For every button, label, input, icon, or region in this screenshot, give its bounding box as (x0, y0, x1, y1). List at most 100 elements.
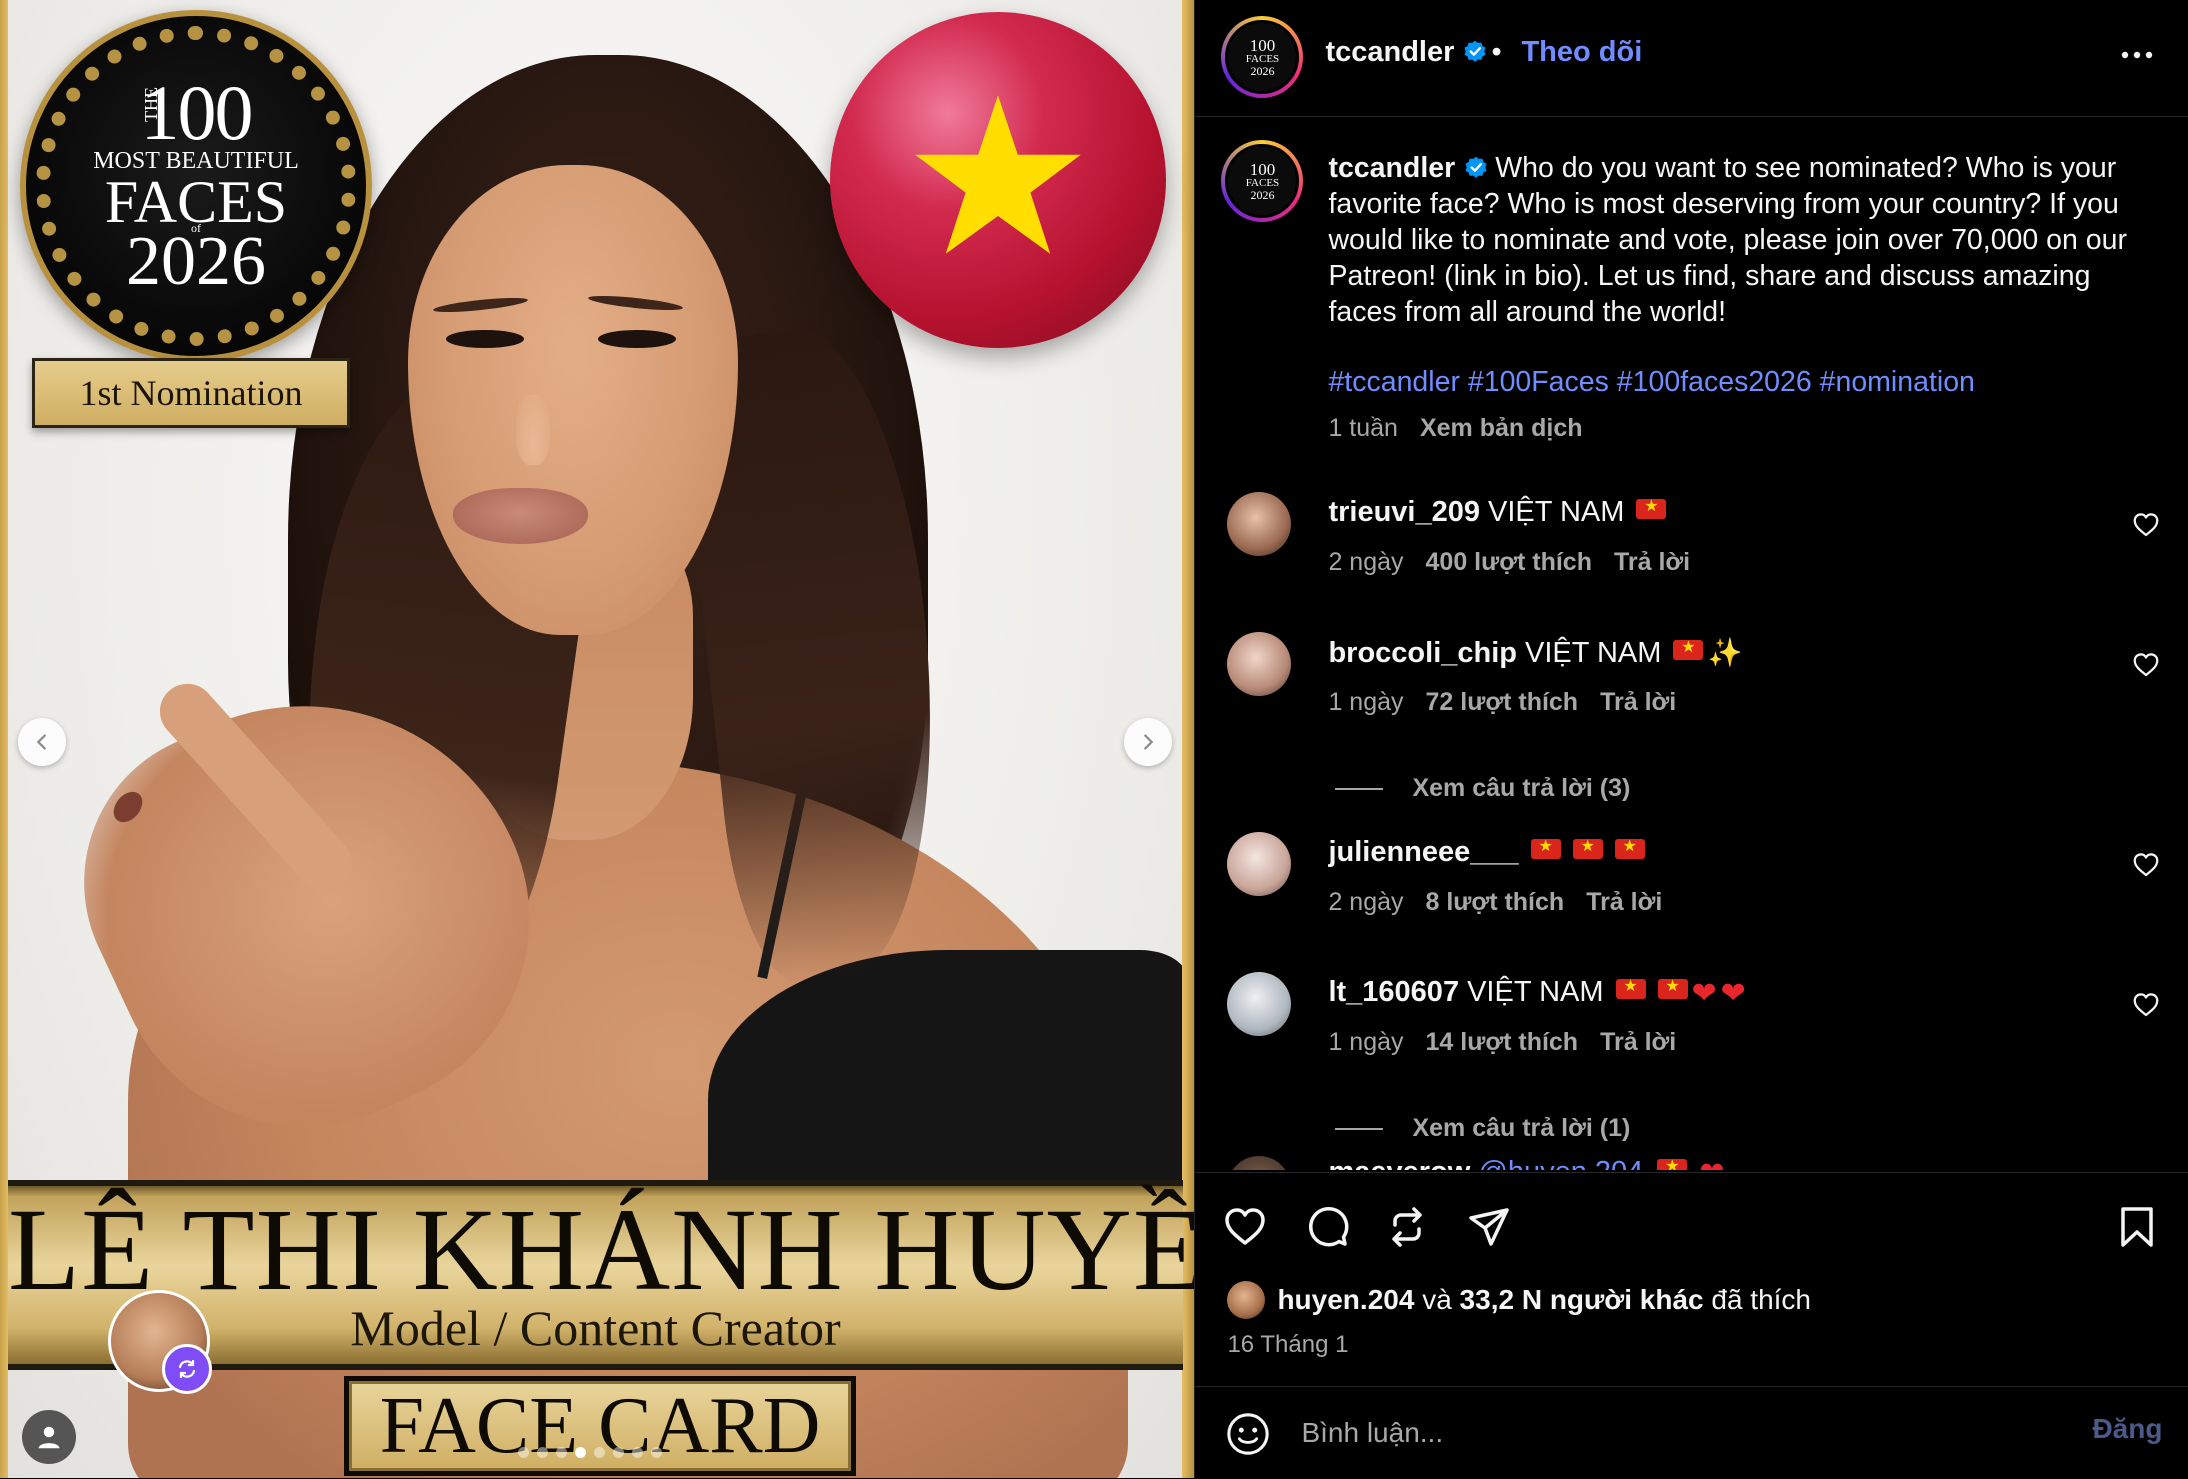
caption-time: 1 tuần (1328, 414, 1398, 442)
likes-others[interactable]: 33,2 N người khác (1460, 1284, 1704, 1316)
liked-by: huyen.204 và 33,2 N người khác đã thích (1227, 1281, 1811, 1319)
sparkles-icon: ✨ (1707, 637, 1743, 668)
carousel-dot[interactable] (632, 1447, 643, 1458)
commenter-avatar[interactable] (1227, 632, 1292, 696)
comment-like-icon[interactable] (2131, 850, 2161, 880)
comment-icon (1309, 1207, 1349, 1247)
emoji-icon[interactable] (1225, 1411, 1271, 1457)
caption-author-avatar[interactable]: 100 FACES 2026 (1221, 140, 1304, 222)
comment-body: VIỆT NAM (1525, 637, 1662, 669)
repost-button[interactable] (1383, 1203, 1431, 1251)
replies-divider (1335, 788, 1384, 790)
replies-divider (1335, 1128, 1384, 1130)
avatar-text-100: 100 (1249, 36, 1276, 55)
nominee-name: LÊ THI KHÁNH HUYỀN (8, 1184, 1195, 1315)
badge-year: 2026 (126, 223, 266, 300)
comment-username[interactable]: trieuvi_209 (1328, 496, 1480, 528)
carousel-dot[interactable] (537, 1447, 548, 1458)
carousel-dot[interactable] (518, 1447, 529, 1458)
reply-button[interactable]: Trả lời (1586, 888, 1662, 916)
comment-likes[interactable]: 14 lượt thích (1426, 1028, 1579, 1056)
remix-badge[interactable] (162, 1344, 212, 1394)
vietnam-flag-icon (1657, 1156, 1688, 1170)
post-date: 16 Tháng 1 (1227, 1331, 1349, 1358)
carousel-dot[interactable] (575, 1447, 586, 1458)
author-username[interactable]: tccandler (1325, 36, 1488, 69)
view-replies[interactable]: Xem câu trả lời (1) (1195, 1110, 2188, 1150)
comment-username[interactable]: maeverow (1328, 1156, 1470, 1170)
comment-button[interactable] (1303, 1203, 1351, 1251)
comment-input[interactable] (1299, 1407, 2004, 1459)
liker-avatar[interactable] (1227, 1281, 1266, 1319)
comment-likes[interactable]: 8 lượt thích (1426, 888, 1565, 916)
comment-text: trieuvi_209 VIỆT NAM (1328, 496, 1667, 529)
user-tag-icon (38, 1426, 60, 1449)
comment-meta: 2 ngày 8 lượt thích Trả lời (1328, 888, 1662, 917)
comment-text: broccoli_chipVIỆT NAM ✨ (1328, 636, 1742, 670)
view-replies-text[interactable]: Xem câu trả lời (3) (1412, 774, 1630, 803)
avatar-text-year: 2026 (1250, 64, 1275, 78)
caption-hashtags[interactable]: #tccandler #100Faces #100faces2026 #nomi… (1328, 366, 1974, 399)
comment-like-icon[interactable] (2131, 510, 2161, 540)
action-bar: huyen.204 và 33,2 N người khác đã thích … (1195, 1172, 2188, 1387)
post-caption: tccandler Who do you want to see nominate… (1328, 150, 2148, 330)
comment-meta: 1 ngày 72 lượt thích Trả lời (1328, 688, 1676, 717)
comment-likes[interactable]: 400 lượt thích (1426, 548, 1592, 576)
comment-like-icon[interactable] (2131, 650, 2161, 680)
vietnam-flag-icon (1572, 836, 1603, 859)
share-icon (1469, 1208, 1510, 1246)
comment-item: lt_160607VIỆT NAM ❤❤ 1 ngày 14 lượt thích Tr… (1195, 972, 2188, 1092)
comment-item: broccoli_chipVIỆT NAM ✨ 1 ngày 72 lượt thíc… (1195, 632, 2188, 752)
comment-body: VIỆT NAM (1488, 496, 1625, 528)
vietnam-flag-icon (1657, 976, 1688, 999)
comment-username[interactable]: julienneee___ (1328, 836, 1518, 868)
carousel-prev-button[interactable] (18, 718, 66, 766)
carousel-dot[interactable] (613, 1447, 624, 1458)
vietnam-flag-ball (830, 12, 1166, 348)
red-heart-icon: ❤ (1691, 977, 1717, 1010)
comment-likes[interactable]: 72 lượt thích (1426, 688, 1579, 716)
heart-icon (1225, 1208, 1266, 1245)
author-username-text: tccandler (1325, 36, 1455, 68)
carousel-dot[interactable] (594, 1447, 605, 1458)
verified-icon (1464, 40, 1486, 62)
comment-time: 2 ngày (1328, 888, 1404, 916)
reply-button[interactable]: Trả lời (1600, 1028, 1676, 1056)
save-button[interactable] (2113, 1203, 2161, 1251)
commenter-avatar[interactable] (1227, 832, 1292, 896)
reply-button[interactable]: Trả lời (1600, 688, 1676, 716)
comment-like-icon[interactable] (2131, 990, 2161, 1020)
carousel-next-button[interactable] (1124, 718, 1172, 766)
comment-time: 1 ngày (1328, 1028, 1404, 1056)
author-avatar[interactable]: 100 FACES 2026 (1221, 16, 1304, 98)
comment-meta: 1 ngày 14 lượt thích Trả lời (1328, 1028, 1676, 1057)
share-button[interactable] (1465, 1203, 1513, 1251)
portrait-nose (516, 395, 550, 465)
commenter-avatar[interactable] (1227, 1156, 1292, 1170)
reply-button[interactable]: Trả lời (1614, 548, 1690, 576)
nomination-plaque: 1st Nomination (32, 358, 350, 428)
liker-username[interactable]: huyen.204 (1277, 1284, 1414, 1316)
user-tag-button[interactable] (22, 1410, 76, 1464)
comment-username[interactable]: broccoli_chip (1328, 637, 1517, 669)
vietnam-flag-icon (1673, 637, 1704, 660)
post-media[interactable]: THE 100 MOST BEAUTIFUL FACES of 2026 1st… (0, 0, 1195, 1478)
carousel-dot[interactable] (556, 1447, 567, 1458)
verified-icon (1465, 156, 1487, 178)
view-replies[interactable]: Xem câu trả lời (3) (1195, 770, 2188, 810)
commenter-avatar[interactable] (1227, 972, 1292, 1036)
follow-button[interactable]: Theo dõi (1521, 36, 1642, 69)
comment-meta: 2 ngày 400 lượt thích Trả lời (1328, 548, 1690, 577)
post-comment-button[interactable]: Đăng (2092, 1413, 2162, 1445)
portrait-eye-left (446, 330, 524, 348)
more-icon[interactable] (2117, 40, 2157, 70)
comment-item: julienneee___ 2 ngày 8 lượt thích Trả lời (1195, 832, 2188, 952)
comment-mention[interactable]: @huyen.204 (1478, 1156, 1643, 1170)
like-button[interactable] (1221, 1203, 1269, 1251)
caption-username[interactable]: tccandler (1328, 152, 1455, 184)
commenter-avatar[interactable] (1227, 492, 1292, 556)
translate-link[interactable]: Xem bản dịch (1420, 414, 1583, 442)
comment-username[interactable]: lt_160607 (1328, 976, 1459, 1008)
carousel-dot[interactable] (651, 1447, 662, 1458)
view-replies-text[interactable]: Xem câu trả lời (1) (1412, 1114, 1630, 1143)
